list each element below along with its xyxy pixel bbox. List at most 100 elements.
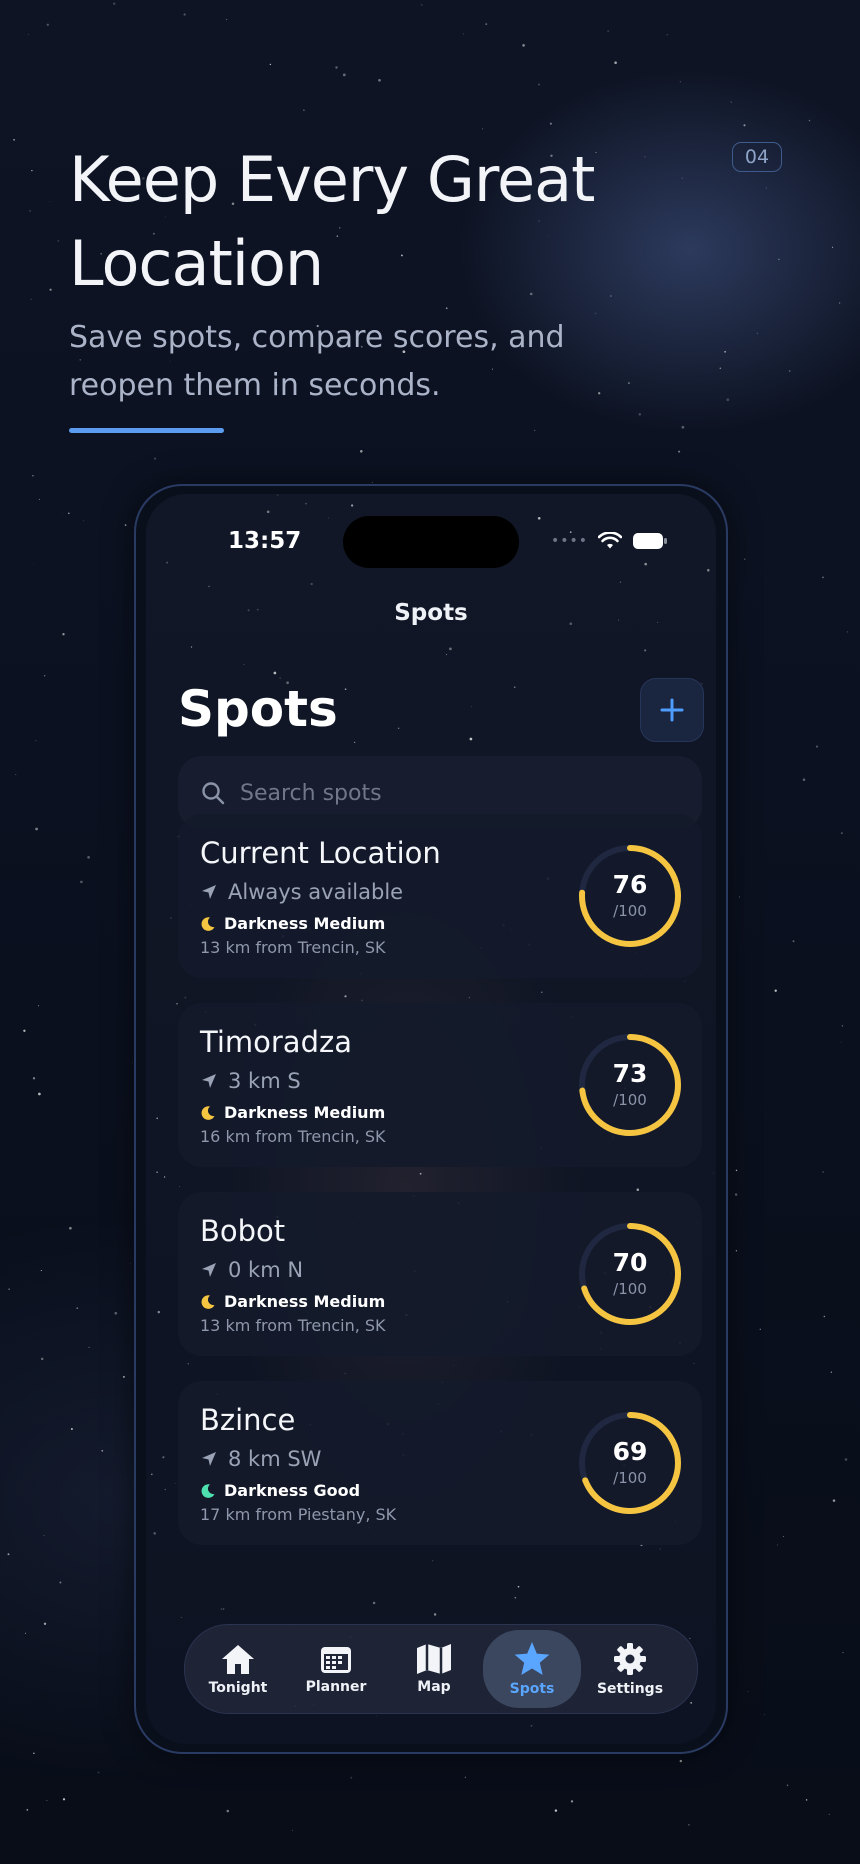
star	[342, 73, 346, 77]
star	[360, 450, 363, 453]
tab-label: Planner	[305, 1679, 367, 1695]
spot-darkness: Darkness Medium	[200, 1292, 385, 1311]
tab-planner[interactable]: Planner	[287, 1630, 385, 1708]
star	[735, 1169, 738, 1172]
spot-card[interactable]: Bzince 8 km SW Darkness Good 17 km from …	[178, 1381, 702, 1545]
star	[43, 1622, 47, 1626]
star	[31, 169, 33, 172]
spot-card[interactable]: Timoradza 3 km S Darkness Medium 16 km f…	[178, 1003, 702, 1167]
star	[678, 450, 681, 453]
spot-card[interactable]: Bobot 0 km N Darkness Medium 13 km from …	[178, 1192, 702, 1356]
star	[35, 740, 37, 742]
star	[33, 1752, 35, 1754]
map-icon	[415, 1643, 453, 1675]
tab-settings[interactable]: Settings	[581, 1630, 679, 1708]
star	[828, 1813, 830, 1815]
star	[32, 475, 34, 477]
star	[190, 646, 193, 648]
star	[112, 2, 116, 5]
battery-icon	[633, 533, 667, 549]
score-value: 69	[612, 1437, 648, 1466]
star	[842, 1652, 844, 1654]
nav-title: Spots	[394, 600, 468, 626]
star	[832, 1499, 836, 1502]
score-value: 76	[612, 870, 648, 899]
spot-card[interactable]: Current Location Always available Darkne…	[178, 814, 702, 978]
spot-distance-text: 0 km N	[228, 1258, 304, 1282]
star	[743, 558, 746, 561]
star	[537, 83, 541, 86]
spot-darkness-text: Darkness Medium	[224, 1103, 386, 1122]
location-arrow-icon	[202, 1074, 216, 1088]
star	[46, 1800, 48, 1801]
tab-tonight[interactable]: Tonight	[189, 1630, 287, 1708]
star	[163, 1176, 166, 1178]
star	[397, 727, 400, 730]
star	[40, 1357, 44, 1361]
star	[688, 1823, 690, 1826]
tab-bar: Tonight Planner Map Spots Settings	[184, 1624, 698, 1714]
star	[743, 124, 746, 127]
star	[344, 995, 347, 998]
star	[468, 997, 470, 999]
star	[310, 582, 313, 586]
star	[83, 519, 84, 521]
star	[101, 1449, 104, 1452]
star	[644, 562, 648, 566]
page-headline: Keep Every Great Location	[69, 143, 595, 300]
page-number-badge: 04	[732, 142, 782, 172]
location-arrow-icon	[202, 1263, 216, 1277]
star	[689, 1637, 691, 1639]
star	[841, 1025, 844, 1027]
search-input[interactable]	[238, 779, 682, 807]
tab-label: Map	[417, 1679, 451, 1695]
moon-icon	[201, 1483, 215, 1498]
star	[153, 457, 157, 460]
spot-distance: 3 km S	[200, 1069, 301, 1093]
star	[644, 156, 646, 158]
star	[57, 240, 59, 242]
star	[378, 78, 381, 82]
star	[719, 367, 722, 369]
star	[153, 1532, 156, 1535]
tab-spots[interactable]: Spots	[483, 1630, 581, 1708]
star	[470, 706, 472, 708]
score-value: 73	[612, 1059, 648, 1088]
star	[208, 585, 210, 588]
star	[166, 561, 169, 564]
star	[372, 1601, 376, 1605]
star	[30, 298, 32, 300]
star	[226, 18, 228, 20]
star	[353, 741, 356, 744]
status-time: 13:57	[228, 528, 302, 554]
star	[62, 633, 65, 636]
star	[335, 66, 338, 69]
star	[693, 1362, 695, 1364]
spot-darkness: Darkness Good	[200, 1481, 360, 1500]
star	[570, 1800, 574, 1803]
star	[114, 1311, 118, 1315]
headline-underline	[69, 428, 224, 433]
star	[759, 1328, 761, 1330]
star	[183, 13, 186, 16]
star	[830, 1371, 833, 1373]
star	[70, 1428, 73, 1430]
tab-map[interactable]: Map	[385, 1630, 483, 1708]
star	[350, 504, 354, 507]
star	[786, 1784, 789, 1787]
star	[822, 576, 824, 579]
star	[32, 1077, 36, 1080]
star	[68, 512, 70, 515]
star	[530, 1724, 533, 1727]
page-title: Spots	[178, 680, 338, 738]
add-spot-button[interactable]	[640, 678, 704, 742]
star	[266, 510, 270, 514]
star	[13, 138, 16, 141]
star	[29, 210, 31, 212]
star	[747, 1691, 749, 1693]
star	[681, 425, 685, 429]
star	[549, 122, 552, 125]
star	[684, 981, 686, 982]
star	[220, 1608, 223, 1611]
star	[445, 654, 448, 656]
